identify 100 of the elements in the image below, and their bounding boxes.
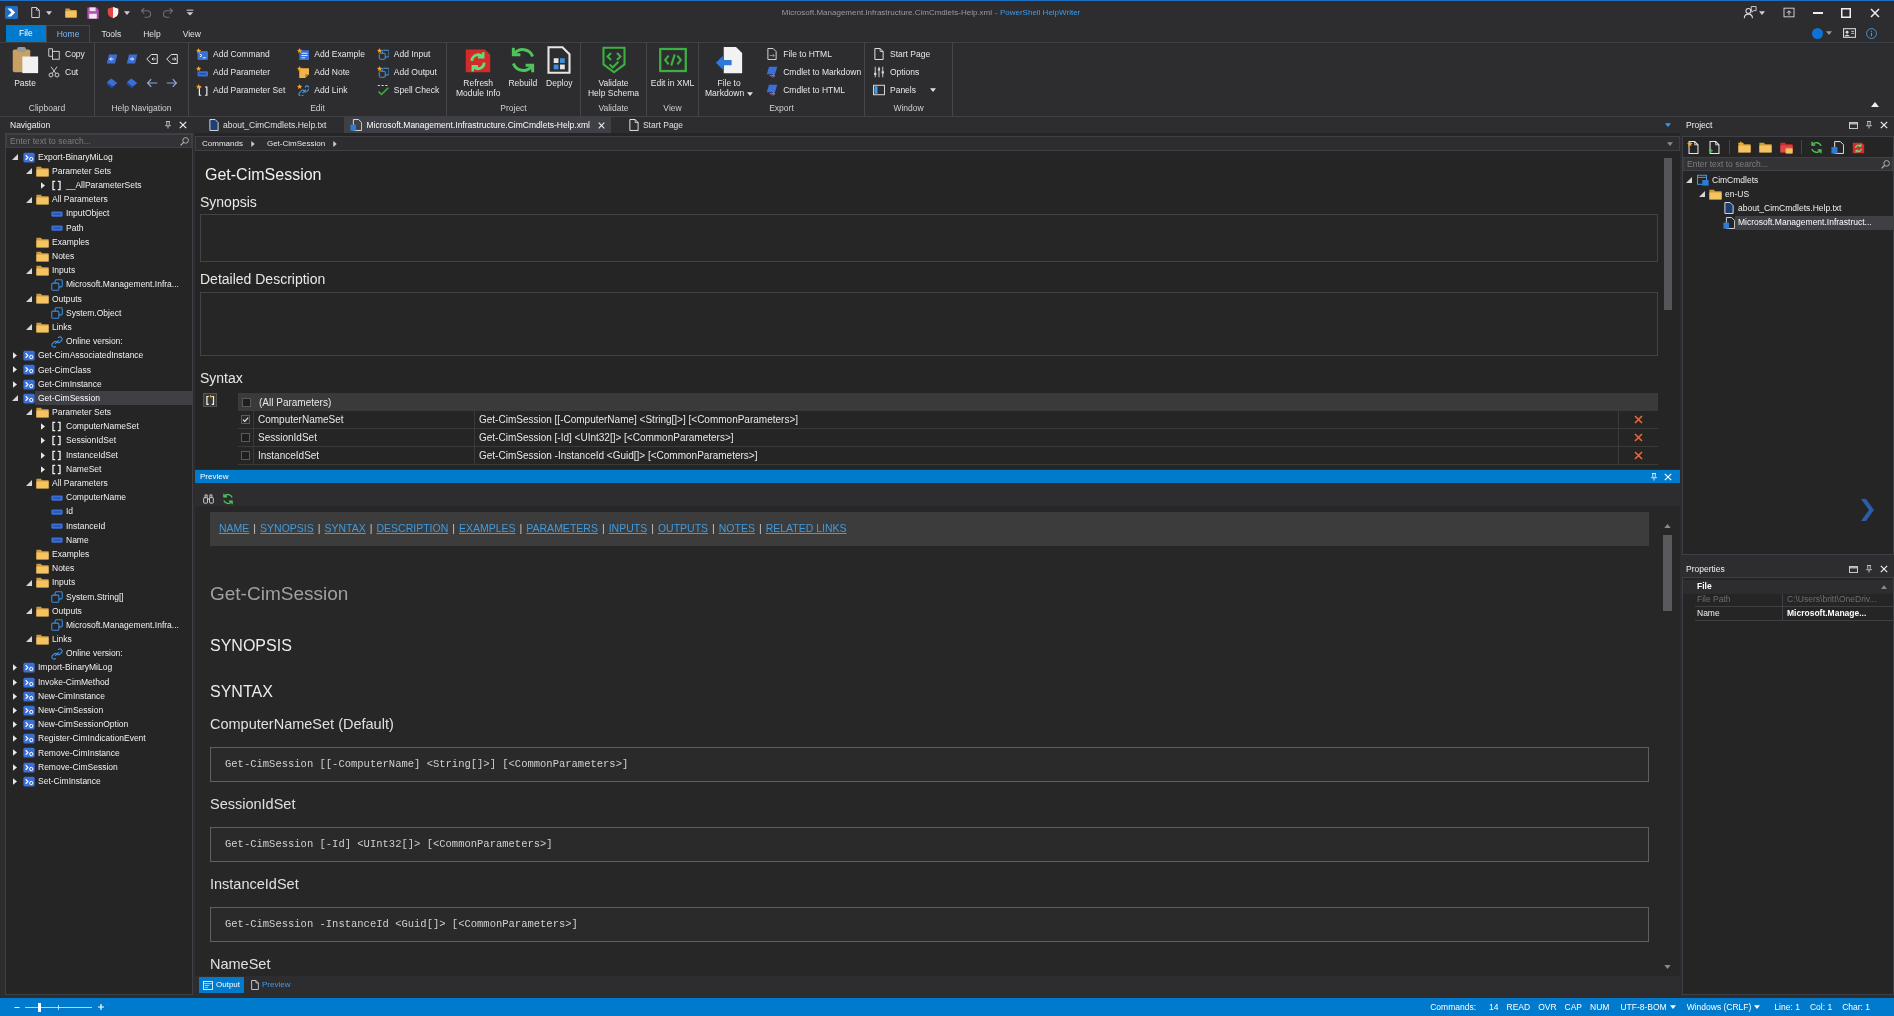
caret-right-icon[interactable] (41, 181, 45, 189)
zoom-slider[interactable] (25, 1002, 92, 1012)
tree-item[interactable]: New-CimSession (6, 703, 192, 718)
caret-down-icon[interactable] (26, 295, 32, 302)
ribbon-tab[interactable]: Help (132, 25, 172, 42)
section-link[interactable]: DESCRIPTION (376, 521, 449, 537)
close-icon[interactable] (1880, 121, 1888, 129)
caret-down-icon[interactable] (26, 480, 32, 487)
tree-item[interactable]: New-CimInstance (6, 689, 192, 704)
ribbon-button[interactable]: Copy (46, 45, 87, 63)
document-badge-icon[interactable] (1831, 140, 1844, 154)
ribbon-button[interactable]: Add Parameter (194, 63, 288, 81)
tree-item[interactable]: All Parameters (6, 192, 192, 207)
caret-right-icon[interactable] (41, 437, 45, 445)
caret-right-icon[interactable] (13, 692, 17, 700)
slider-thumb[interactable] (38, 1002, 42, 1012)
section-link[interactable]: SYNTAX (324, 521, 366, 537)
caret-right-icon[interactable] (13, 706, 17, 714)
pin-icon[interactable] (1865, 565, 1873, 573)
document-tab[interactable]: Start Page (622, 117, 690, 133)
ribbon-tab[interactable]: Home (45, 25, 91, 42)
section-link[interactable]: PARAMETERS (526, 521, 598, 537)
tree-item[interactable]: en-US (1683, 187, 1893, 202)
checkbox[interactable] (241, 433, 250, 442)
triangle-right-icon[interactable] (250, 140, 255, 147)
search-icon[interactable] (1881, 159, 1890, 169)
tree-item[interactable]: Links (6, 320, 192, 335)
caret-right-icon[interactable] (41, 423, 45, 431)
tree-item[interactable]: Examples (6, 547, 192, 562)
module-refresh-icon[interactable] (1852, 140, 1865, 154)
tag-arrow-icon[interactable] (165, 53, 178, 65)
refresh-icon[interactable] (1810, 140, 1823, 154)
section-link[interactable]: OUTPUTS (657, 521, 709, 537)
section-link[interactable]: RELATED LINKS (765, 521, 847, 537)
section-link[interactable]: SYNOPSIS (260, 521, 314, 537)
tree-item[interactable]: __AllParameterSets (6, 178, 192, 193)
minimize-icon[interactable] (1813, 11, 1823, 14)
ribbon-button[interactable]: Cmdlet to Markdown (764, 63, 864, 81)
delete-icon[interactable] (1634, 451, 1643, 460)
tree-item[interactable]: ComputerNameSet (6, 419, 192, 434)
caret-right-icon[interactable] (41, 465, 45, 473)
scroll-down-icon[interactable] (1663, 965, 1671, 969)
ribbon-button[interactable]: Panels (871, 81, 938, 99)
ribbon-tab[interactable]: View (171, 25, 212, 42)
tree-item[interactable]: Microsoft.Management.Infra... (6, 618, 192, 633)
document-tab[interactable]: about_CimCmdlets.Help.txt (203, 117, 333, 133)
document-tab[interactable]: Microsoft.Management.Infrastructure.CimCmdlets-Help.xml (344, 117, 611, 133)
tree-item[interactable]: All Parameters (6, 476, 192, 491)
ribbon-button[interactable]: Refresh Module Info (453, 43, 504, 98)
person-speech-icon[interactable] (1743, 6, 1757, 19)
tree-item[interactable]: Export-BinaryMiLog (6, 150, 192, 165)
tree-item[interactable]: Online version: (6, 646, 192, 661)
checkbox[interactable] (241, 397, 251, 407)
tree-item[interactable]: Microsoft.Management.Infra... (6, 277, 192, 292)
caret-right-icon[interactable] (13, 763, 17, 771)
ribbon-button[interactable]: Deploy (542, 43, 577, 88)
ribbon-button[interactable]: Add Example (295, 45, 367, 63)
tree-item[interactable]: Import-BinaryMiLog (6, 660, 192, 675)
tree-item[interactable]: InstanceIdSet (6, 447, 192, 463)
tree-item[interactable]: Inputs (6, 575, 192, 590)
tree-item[interactable]: Notes (6, 561, 192, 576)
triangle-right-icon[interactable] (333, 140, 338, 147)
caret-right-icon[interactable] (13, 721, 17, 729)
page-plus-icon[interactable] (1708, 140, 1721, 154)
folders-icon[interactable] (1780, 140, 1793, 154)
scrollbar-thumb[interactable] (1664, 158, 1672, 310)
tag-arrow-icon[interactable] (145, 53, 158, 65)
tree-item[interactable]: Get-CimAssociatedInstance (6, 348, 192, 363)
ribbon-button[interactable]: Add Parameter Set (194, 81, 288, 99)
folder-star-icon[interactable] (1738, 140, 1751, 154)
ribbon-button[interactable]: Start Page (871, 45, 938, 63)
cmdlet-arrow-icon[interactable] (105, 53, 118, 65)
tree-item[interactable]: InputObject (6, 206, 192, 221)
tree-item[interactable]: about_CimCmdlets.Help.txt (1683, 201, 1893, 216)
window-arrow-icon[interactable] (1783, 7, 1795, 18)
ribbon-button[interactable]: Paste (8, 43, 42, 88)
caret-icon[interactable] (124, 10, 130, 15)
delete-icon[interactable] (1634, 433, 1643, 442)
ribbon-button[interactable]: Add Output (374, 63, 442, 81)
checkbox[interactable] (241, 451, 250, 460)
caret-right-icon[interactable] (13, 664, 17, 672)
tree-item[interactable]: InstanceId (6, 518, 192, 534)
caret-right-icon[interactable] (13, 366, 17, 374)
contact-card-icon[interactable] (1843, 28, 1856, 38)
scroll-up-icon[interactable] (1663, 524, 1671, 528)
caret-down-icon[interactable] (26, 608, 32, 615)
caret-right-icon[interactable] (13, 380, 17, 388)
caret-down-icon[interactable] (26, 324, 32, 331)
tree-item[interactable]: System.String[] (6, 589, 192, 604)
caret-down-icon[interactable] (12, 395, 18, 402)
brackets-star-icon[interactable] (203, 393, 217, 407)
page-icon[interactable] (30, 6, 41, 19)
caret-right-icon[interactable] (13, 678, 17, 686)
ribbon-button[interactable]: Edit in XML (647, 43, 698, 88)
section-link[interactable]: NOTES (718, 521, 755, 537)
section-link[interactable]: EXAMPLES (458, 521, 516, 537)
checkbox[interactable] (241, 415, 250, 424)
caret-right-icon[interactable] (13, 749, 17, 757)
ribbon-button[interactable]: Rebuild (505, 43, 541, 88)
status-dropdown[interactable]: Windows (CRLF) (1686, 1000, 1761, 1014)
